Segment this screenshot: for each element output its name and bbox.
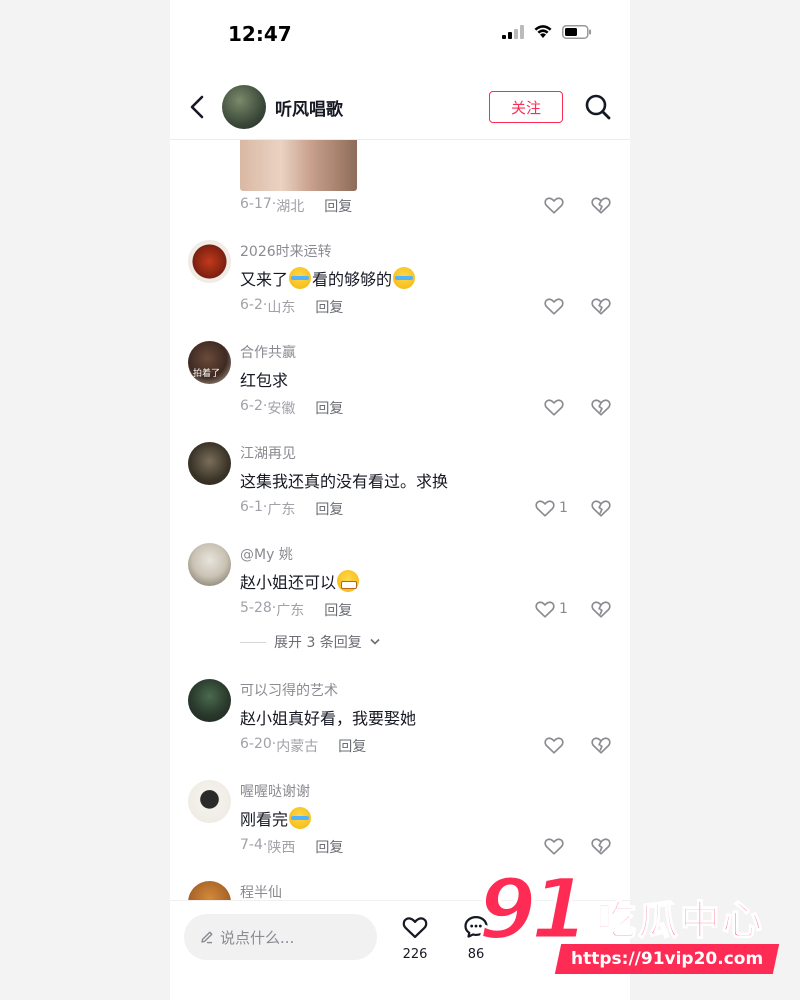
comment-meta: 5-28 · 广东 回复 — [240, 600, 353, 620]
like-button[interactable] — [543, 734, 565, 756]
broken-heart-icon[interactable] — [590, 734, 612, 756]
username[interactable]: 听风唱歌 — [275, 95, 343, 120]
heart-icon — [544, 298, 564, 315]
user-avatar[interactable] — [222, 85, 266, 129]
crying-emoji-icon — [393, 267, 416, 289]
reply-button[interactable]: 回复 — [338, 736, 366, 756]
input-placeholder: 说点什么... — [220, 928, 295, 947]
comment-text: 刚看完 — [240, 806, 312, 830]
commenter-name[interactable]: 喔喔哒谢谢 — [240, 781, 310, 801]
broken-heart-icon[interactable] — [590, 194, 612, 216]
comment-image[interactable] — [240, 140, 357, 191]
commenter-name[interactable]: 程半仙 — [240, 882, 282, 900]
watermark-url-banner: https://91vip20.com — [554, 944, 780, 974]
heart-icon — [535, 500, 555, 517]
commenter-name[interactable]: 可以习得的艺术 — [240, 680, 338, 700]
commenter-name[interactable]: 江湖再见 — [240, 443, 296, 463]
watermark-brand: 吃瓜中心 — [595, 897, 764, 945]
heart-icon — [544, 838, 564, 855]
commenter-avatar[interactable] — [188, 780, 231, 823]
crying-emoji-icon — [289, 807, 312, 829]
comment-meta: 6-1 · 广东 回复 — [240, 499, 344, 519]
comment-meta: 6-17 · 湖北 回复 — [240, 196, 353, 216]
signal-icon — [502, 24, 524, 39]
phone-screen: 12:47 听风唱歌 关注 6-17 · 湖北 回复 2026时来运转 又来了 … — [170, 0, 630, 1000]
like-video-button[interactable]: 226 — [395, 913, 435, 962]
broken-heart-icon[interactable] — [590, 497, 612, 519]
commenter-name[interactable]: 2026时来运转 — [240, 241, 332, 261]
commenter-avatar[interactable] — [188, 881, 231, 900]
watermark-url: https://91vip20.com — [570, 949, 764, 969]
comment-meta: 6-20 · 内蒙古 回复 — [240, 736, 367, 756]
commenter-avatar[interactable]: 拍着了 — [188, 341, 231, 384]
broken-heart-icon[interactable] — [590, 835, 612, 857]
commenter-name[interactable]: 合作共赢 — [240, 342, 296, 362]
heart-icon — [544, 737, 564, 754]
heart-icon — [544, 197, 564, 214]
comment-meta: 6-2 · 山东 回复 — [240, 297, 344, 317]
comment-text: 赵小姐真好看，我要娶她 — [240, 709, 417, 728]
broken-heart-icon[interactable] — [590, 598, 612, 620]
commenter-avatar[interactable] — [188, 240, 231, 283]
divider — [240, 641, 266, 643]
like-button[interactable] — [543, 194, 565, 216]
reply-button[interactable]: 回复 — [315, 297, 343, 317]
back-chevron-icon[interactable] — [184, 92, 212, 122]
commenter-name[interactable]: @My 姚 — [240, 544, 293, 564]
like-button[interactable] — [543, 835, 565, 857]
follow-button[interactable]: 关注 — [489, 91, 563, 123]
comment-input[interactable]: 说点什么... — [184, 914, 377, 960]
status-icons — [502, 24, 592, 39]
heart-icon — [535, 601, 555, 618]
comment-text: 又来了 看的够够的 — [240, 266, 416, 290]
heart-icon — [402, 917, 428, 939]
like-button[interactable] — [543, 295, 565, 317]
reply-button[interactable]: 回复 — [324, 600, 352, 620]
commenter-avatar[interactable] — [188, 442, 231, 485]
like-button[interactable] — [543, 396, 565, 418]
comment-text: 红包求 — [240, 371, 289, 390]
like-button[interactable]: 1 — [534, 598, 568, 620]
expand-replies-button[interactable]: 展开 3 条回复 — [240, 632, 380, 652]
chevron-down-icon — [370, 638, 380, 645]
status-bar: 12:47 — [170, 0, 630, 70]
like-button[interactable]: 1 — [534, 497, 568, 519]
battery-icon — [562, 24, 591, 39]
like-count: 1 — [559, 500, 568, 516]
broken-heart-icon[interactable] — [590, 396, 612, 418]
grin-emoji-icon — [337, 570, 360, 592]
reply-button[interactable]: 回复 — [315, 398, 343, 418]
pencil-icon — [201, 931, 213, 944]
status-time: 12:47 — [228, 22, 292, 46]
commenter-avatar[interactable] — [188, 679, 231, 722]
crying-emoji-icon — [289, 267, 312, 289]
comment-meta: 6-2 · 安徽 回复 — [240, 398, 344, 418]
wifi-icon — [534, 25, 552, 38]
reply-button[interactable]: 回复 — [324, 196, 352, 216]
comment-meta: 7-4 · 陕西 回复 — [240, 837, 344, 857]
broken-heart-icon[interactable] — [590, 295, 612, 317]
reply-button[interactable]: 回复 — [315, 837, 343, 857]
comment-text: 这集我还真的没有看过。求换 — [240, 472, 449, 491]
like-count: 1 — [559, 601, 568, 617]
heart-icon — [544, 399, 564, 416]
nav-bar: 听风唱歌 关注 — [170, 74, 630, 140]
comment-text: 赵小姐还可以 — [240, 569, 360, 593]
commenter-avatar[interactable] — [188, 543, 231, 586]
search-icon[interactable] — [584, 93, 612, 121]
watermark-logo: 91 吃瓜中心 https://91vip20.com — [477, 859, 788, 985]
reply-button[interactable]: 回复 — [315, 499, 343, 519]
comment-list[interactable]: 6-17 · 湖北 回复 2026时来运转 又来了 看的够够的 6-2 · 山东 回复 — [170, 140, 630, 900]
like-count: 226 — [402, 947, 428, 962]
